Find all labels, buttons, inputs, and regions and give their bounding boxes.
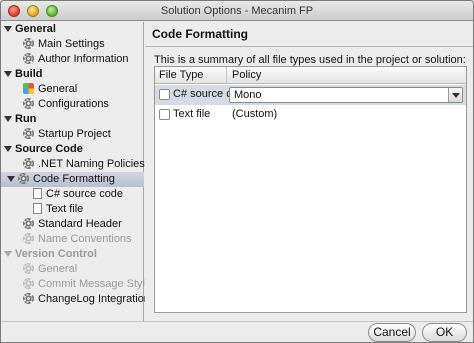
policy-select-value: Mono	[234, 89, 262, 101]
sidebar-item-name-conventions: Name Conventions	[1, 232, 144, 247]
group-build[interactable]: Build	[1, 67, 144, 82]
sidebar-item-code-formatting[interactable]: Code Formatting	[1, 172, 144, 187]
sidebar-item-commit-message-style: Commit Message Style	[1, 277, 151, 292]
table-header: File Type Policy	[155, 67, 466, 84]
sidebar-item-changelog-integration[interactable]: ChangeLog Integration	[1, 292, 150, 307]
solution-options-window: Solution Options - Mecanim FP General Ma…	[0, 0, 474, 343]
table-row[interactable]: Text file (Custom)	[155, 105, 466, 125]
disclosure-triangle-icon[interactable]	[4, 70, 12, 77]
row-checkbox[interactable]	[159, 89, 170, 100]
sidebar-item-startup-project[interactable]: Startup Project	[1, 127, 144, 142]
gear-icon	[23, 157, 34, 169]
table-row[interactable]: C# source code Mono	[155, 85, 466, 105]
window-title: Solution Options - Mecanim FP	[160, 5, 314, 17]
gear-icon	[23, 262, 34, 274]
title-bar: Solution Options - Mecanim FP	[1, 1, 473, 21]
summary-text: This is a summary of all file types used…	[154, 54, 466, 66]
sidebar-item-net-naming-policies[interactable]: .NET Naming Policies	[1, 157, 145, 172]
gear-icon	[23, 52, 34, 64]
file-type-table: File Type Policy C# source code Mono Tex…	[154, 66, 467, 313]
chevron-down-icon	[452, 93, 460, 98]
page-title: Code Formatting	[145, 22, 473, 47]
group-general[interactable]: General	[1, 22, 144, 37]
gear-icon	[23, 277, 34, 289]
sidebar-item-build-general[interactable]: General	[1, 82, 144, 97]
ok-button[interactable]: OK	[422, 323, 467, 342]
sidebar-item-vc-general: General	[1, 262, 144, 277]
sidebar-item-main-settings[interactable]: Main Settings	[1, 37, 144, 52]
disclosure-triangle-icon[interactable]	[7, 175, 15, 182]
group-run[interactable]: Run	[1, 112, 144, 127]
gear-icon	[18, 172, 29, 184]
column-header-policy[interactable]: Policy	[232, 69, 261, 81]
document-icon	[33, 202, 42, 214]
column-header-file-type[interactable]: File Type	[159, 69, 203, 81]
dialog-footer: Cancel OK	[1, 321, 473, 342]
disclosure-triangle-icon[interactable]	[4, 115, 12, 122]
sidebar-item-text-file[interactable]: Text file	[1, 202, 144, 217]
sidebar-item-standard-header[interactable]: Standard Header	[1, 217, 144, 232]
select-button[interactable]	[448, 88, 462, 102]
sidebar-item-csharp-source-code[interactable]: C# source code	[1, 187, 144, 202]
gear-icon	[23, 292, 34, 304]
gear-icon	[23, 232, 34, 244]
file-type-cell: Text file	[173, 108, 211, 120]
policy-select[interactable]: Mono	[229, 87, 463, 103]
gear-icon	[23, 217, 34, 229]
gear-icon	[23, 97, 34, 109]
group-source-code[interactable]: Source Code	[1, 142, 144, 157]
cancel-button[interactable]: Cancel	[368, 323, 416, 342]
code-formatting-panel: Code Formatting This is a summary of all…	[145, 22, 473, 321]
disclosure-triangle-icon[interactable]	[4, 145, 12, 152]
options-sidebar: General Main Settings Author Information…	[1, 22, 151, 321]
document-icon	[33, 187, 42, 199]
row-checkbox[interactable]	[159, 109, 170, 120]
gear-icon	[23, 127, 34, 139]
column-divider	[226, 67, 227, 84]
config-icon	[23, 82, 34, 94]
policy-cell[interactable]: (Custom)	[232, 108, 277, 120]
gear-icon	[23, 37, 34, 49]
group-version-control[interactable]: Version Control	[1, 247, 144, 262]
sidebar-item-author-information[interactable]: Author Information	[1, 52, 144, 67]
disclosure-triangle-icon[interactable]	[4, 25, 12, 32]
disclosure-triangle-icon[interactable]	[4, 250, 12, 257]
sidebar-item-configurations[interactable]: Configurations	[1, 97, 144, 112]
